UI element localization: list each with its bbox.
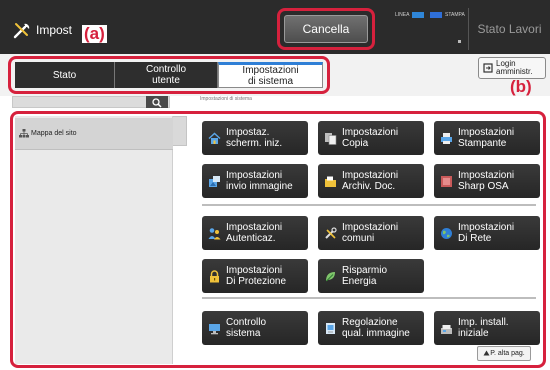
print-status-label: STAMPA xyxy=(445,12,465,18)
line-status-led xyxy=(412,12,425,18)
breadcrumb: Impostazioni di sistema xyxy=(200,96,252,102)
callout-frame-tabs xyxy=(8,56,330,94)
login-icon xyxy=(483,63,493,73)
tools-icon xyxy=(12,20,32,40)
job-status-button[interactable]: Stato Lavori xyxy=(468,8,550,50)
callout-label-b: (b) xyxy=(510,77,532,96)
corner-dot xyxy=(458,40,461,43)
line-status-label: LINEA xyxy=(395,12,410,18)
search-icon xyxy=(152,98,162,108)
callout-frame-b xyxy=(10,111,546,368)
line-status-indicator: LINEA xyxy=(395,12,425,18)
cancel-button[interactable]: Cancella xyxy=(284,15,368,43)
callout-label-a: (a) xyxy=(82,24,107,43)
app-title: Impost xyxy=(36,23,73,37)
print-status-led xyxy=(430,12,442,18)
search-button[interactable] xyxy=(146,96,168,108)
admin-login-label: Login amministr. xyxy=(496,59,533,76)
admin-login-button[interactable]: Login amministr. xyxy=(478,57,546,79)
print-status-indicator: STAMPA xyxy=(430,12,465,18)
